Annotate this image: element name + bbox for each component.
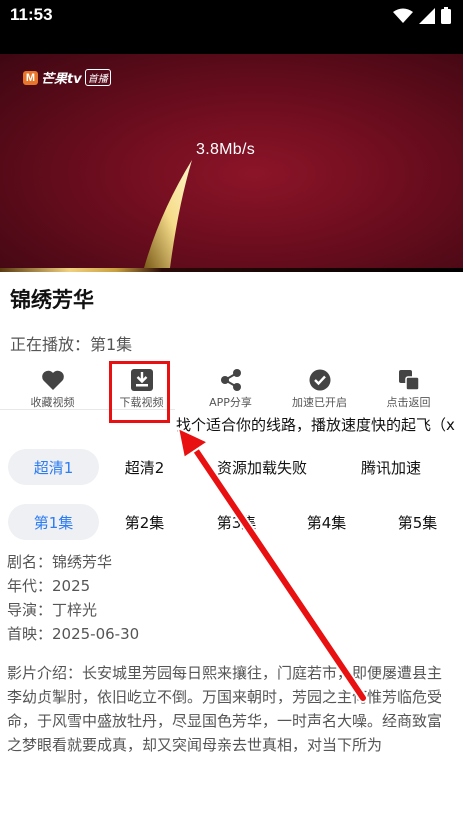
mango-logo-icon: M: [23, 70, 38, 85]
line-chip[interactable]: 资源加载失败: [200, 449, 324, 485]
now-playing: 正在播放：第1集: [10, 335, 133, 354]
episode-chip[interactable]: 第3集: [200, 504, 273, 540]
status-icons: [393, 7, 451, 24]
info-premiere: 首映：2025-06-30: [7, 625, 140, 643]
return-label: 点击返回: [386, 396, 431, 409]
status-bar: 11:53: [0, 0, 463, 32]
line-selector: 超清1 超清2 资源加载失败 腾讯加速: [0, 449, 463, 487]
logo-text: 芒果tv: [41, 72, 82, 87]
accelerate-button[interactable]: 加速已开启: [275, 362, 364, 410]
episode-chip[interactable]: 第5集: [381, 504, 454, 540]
wifi-icon: [393, 8, 413, 23]
info-year: 年代：2025: [7, 577, 91, 595]
line-chip[interactable]: 超清2: [108, 449, 181, 485]
gold-sweep-graphic: [144, 160, 192, 268]
return-button[interactable]: 点击返回: [364, 362, 453, 410]
line-chip[interactable]: 超清1: [8, 449, 99, 485]
episode-chip[interactable]: 第1集: [8, 504, 99, 540]
favorite-label: 收藏视频: [30, 396, 75, 409]
intro-text: 影片介绍：长安城里芳园每日熙来攘往，门庭若市，即便屡遭县主李幼贞掣肘，依旧屹立不…: [7, 664, 443, 754]
share-button[interactable]: APP分享: [186, 362, 275, 410]
status-time: 11:53: [10, 5, 53, 24]
info-director: 导演：丁梓光: [7, 601, 98, 619]
share-label: APP分享: [209, 396, 252, 409]
episode-chip[interactable]: 第4集: [290, 504, 363, 540]
video-player[interactable]: M 芒果tv 首播 3.8Mb/s: [0, 32, 463, 272]
marquee-text: 找个适合你的线路，播放速度快的起飞（x: [176, 416, 455, 434]
page-title: 锦绣芳华: [10, 288, 94, 312]
logo-tag: 首播: [84, 69, 111, 86]
heart-icon: [40, 367, 66, 392]
signal-icon: [419, 7, 435, 24]
share-icon: [218, 367, 244, 392]
channel-logo: M 芒果tv 首播: [23, 68, 111, 87]
speed-readout: 3.8Mb/s: [196, 141, 256, 158]
video-bottom-glow: [0, 268, 463, 272]
favorite-button[interactable]: 收藏视频: [8, 362, 97, 410]
accelerate-label: 加速已开启: [292, 396, 347, 409]
return-icon: [396, 367, 422, 392]
battery-icon: [441, 7, 451, 24]
check-circle-icon: [307, 367, 333, 392]
episode-selector: 第1集 第2集 第3集 第4集 第5集: [0, 504, 463, 542]
info-name: 剧名：锦绣芳华: [7, 553, 113, 571]
line-chip[interactable]: 腾讯加速: [345, 449, 437, 485]
episode-chip[interactable]: 第2集: [108, 504, 181, 540]
action-bar: 收藏视频 下载视频 APP分享 加速已开启 点击返回: [0, 362, 463, 410]
highlight-box: [109, 361, 170, 423]
